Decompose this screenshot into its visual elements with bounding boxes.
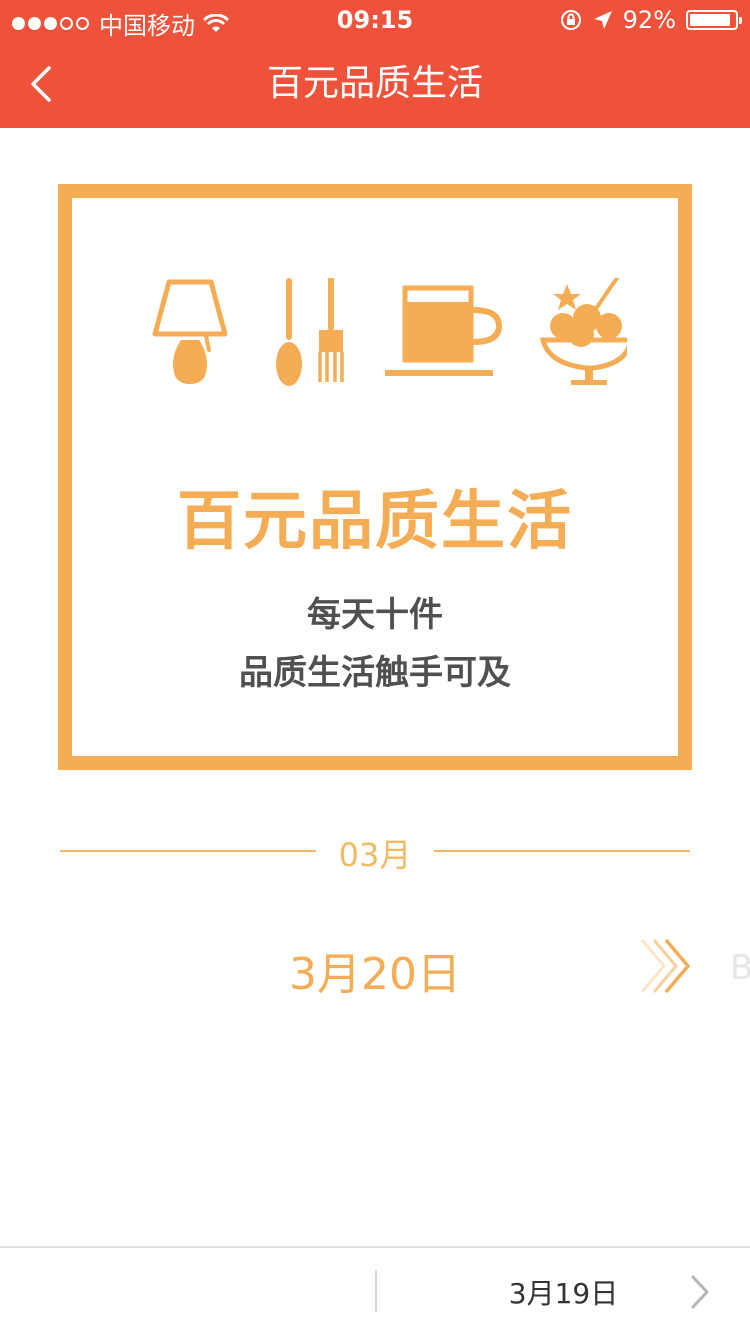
battery-percent: 92% bbox=[622, 6, 676, 34]
poster-title: 百元品质生活 bbox=[177, 485, 573, 559]
next-card-peek: B bbox=[730, 948, 750, 988]
page-title: 百元品质生活 bbox=[266, 63, 483, 104]
status-right: 92% bbox=[559, 6, 742, 34]
status-bar: 中国移动 09:15 92% bbox=[0, 0, 750, 40]
ice-cream-icon bbox=[539, 278, 627, 385]
poster-subtitle: 每天十件 品质生活触手可及 bbox=[72, 586, 678, 702]
swipe-next-chevrons-icon[interactable] bbox=[638, 936, 702, 996]
month-label: 03月 bbox=[338, 836, 412, 874]
chevron-right-icon bbox=[691, 1275, 709, 1309]
month-divider: 03月 bbox=[60, 826, 690, 876]
spoon-fork-icon bbox=[276, 278, 344, 386]
coffee-cup-icon bbox=[385, 285, 503, 376]
next-date-button[interactable]: 3月19日 bbox=[377, 1248, 750, 1336]
poster-subtitle-line1: 每天十件 bbox=[307, 595, 443, 635]
location-arrow-icon bbox=[593, 11, 612, 29]
prev-date-area bbox=[0, 1248, 374, 1336]
poster-icons bbox=[152, 278, 627, 386]
bottom-bar: 3月19日 bbox=[0, 1246, 750, 1336]
battery-icon bbox=[686, 10, 742, 30]
lamp-icon bbox=[152, 279, 228, 384]
rotation-lock-icon bbox=[560, 10, 581, 30]
banner-poster[interactable]: 百元品质生活 每天十件 品质生活触手可及 bbox=[58, 184, 692, 770]
nav-bar: 百元品质生活 bbox=[0, 40, 750, 128]
poster-subtitle-line2: 品质生活触手可及 bbox=[239, 653, 511, 693]
divider-line-right bbox=[434, 850, 690, 852]
